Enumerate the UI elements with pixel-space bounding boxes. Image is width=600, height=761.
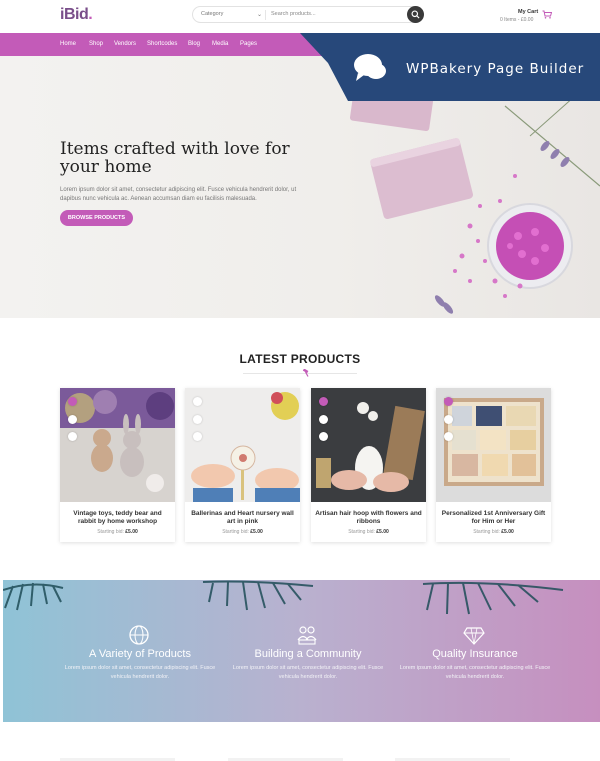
- site-logo[interactable]: iBid.: [60, 6, 93, 24]
- wishlist-icon[interactable]: [193, 415, 202, 424]
- cart-icon[interactable]: [542, 10, 552, 19]
- globe-icon: [129, 625, 149, 645]
- site-header: iBid. Category ⌄ Search products... My C…: [0, 0, 600, 33]
- community-icon: [297, 626, 317, 645]
- section-divider: [243, 373, 357, 374]
- nav-media[interactable]: Media: [212, 41, 228, 47]
- search-icon: [411, 10, 420, 19]
- cart-title[interactable]: My Cart: [518, 9, 538, 15]
- product-image[interactable]: [311, 388, 426, 502]
- product-price: Starting bid: £5.00: [348, 529, 389, 535]
- feature-title: Quality Insurance: [432, 648, 518, 660]
- latest-products-title: LATEST PRODUCTS: [239, 352, 361, 366]
- product-card[interactable]: Vintage toys, teddy bear and rabbit by h…: [60, 388, 175, 542]
- product-card[interactable]: Ballerinas and Heart nursery wall art in…: [185, 388, 300, 542]
- search-button[interactable]: [407, 6, 424, 23]
- product-name[interactable]: Ballerinas and Heart nursery wall art in…: [189, 510, 296, 526]
- nav-shortcodes[interactable]: Shortcodes: [147, 41, 177, 47]
- wishlist-icon[interactable]: [319, 415, 328, 424]
- nav-home[interactable]: Home: [60, 41, 76, 47]
- search-divider: [265, 10, 266, 20]
- category-select[interactable]: Category: [201, 11, 223, 17]
- product-card[interactable]: Artisan hair hoop with flowers and ribbo…: [311, 388, 426, 542]
- wpbakery-label: WPBakery Page Builder: [406, 61, 585, 77]
- feature-title: A Variety of Products: [89, 648, 191, 660]
- quick-view-icon[interactable]: [68, 432, 77, 441]
- bid-badge[interactable]: [444, 397, 453, 406]
- product-price: Starting bid: £5.00: [473, 529, 514, 535]
- hero-description: Lorem ipsum dolor sit amet, consectetur …: [60, 187, 297, 202]
- feature-title: Building a Community: [254, 648, 362, 660]
- cart-summary[interactable]: 0 Items - £0.00: [500, 17, 533, 23]
- quick-view-icon[interactable]: [319, 432, 328, 441]
- product-name[interactable]: Vintage toys, teddy bear and rabbit by h…: [64, 510, 171, 526]
- product-price: Starting bid: £5.00: [97, 529, 138, 535]
- product-price: Starting bid: £5.00: [222, 529, 263, 535]
- quick-view-icon[interactable]: [193, 432, 202, 441]
- bid-badge[interactable]: [68, 397, 77, 406]
- bid-badge[interactable]: [193, 397, 202, 406]
- search-bar: Category ⌄ Search products...: [192, 6, 424, 23]
- product-card[interactable]: Personalized 1st Anniversary Gift for Hi…: [436, 388, 551, 542]
- feature-description: Lorem ipsum dolor sit amet, consectetur …: [232, 665, 384, 680]
- diamond-icon: [463, 627, 485, 645]
- nav-vendors[interactable]: Vendors: [114, 41, 136, 47]
- browse-products-button[interactable]: BROWSE PRODUCTS: [60, 210, 133, 226]
- chevron-down-icon[interactable]: ⌄: [257, 11, 262, 18]
- product-image[interactable]: [60, 388, 175, 502]
- product-image[interactable]: [185, 388, 300, 502]
- feature-description: Lorem ipsum dolor sit amet, consectetur …: [399, 665, 551, 680]
- quick-view-icon[interactable]: [444, 432, 453, 441]
- nav-blog[interactable]: Blog: [188, 41, 200, 47]
- nav-shop[interactable]: Shop: [89, 41, 103, 47]
- hero-title: Items crafted with love for your home: [60, 139, 290, 177]
- product-image[interactable]: [436, 388, 551, 502]
- product-name[interactable]: Personalized 1st Anniversary Gift for Hi…: [440, 510, 547, 526]
- product-name[interactable]: Artisan hair hoop with flowers and ribbo…: [315, 510, 422, 526]
- wpbakery-banner: WPBakery Page Builder: [300, 33, 600, 101]
- search-input[interactable]: Search products...: [271, 11, 316, 17]
- wishlist-icon[interactable]: [444, 415, 453, 424]
- nav-pages[interactable]: Pages: [240, 41, 257, 47]
- feature-description: Lorem ipsum dolor sit amet, consectetur …: [64, 665, 216, 680]
- bid-badge[interactable]: [319, 397, 328, 406]
- wishlist-icon[interactable]: [68, 415, 77, 424]
- features-strip: A Variety of Products Lorem ipsum dolor …: [3, 580, 600, 722]
- auction-hammer-icon: [302, 369, 309, 377]
